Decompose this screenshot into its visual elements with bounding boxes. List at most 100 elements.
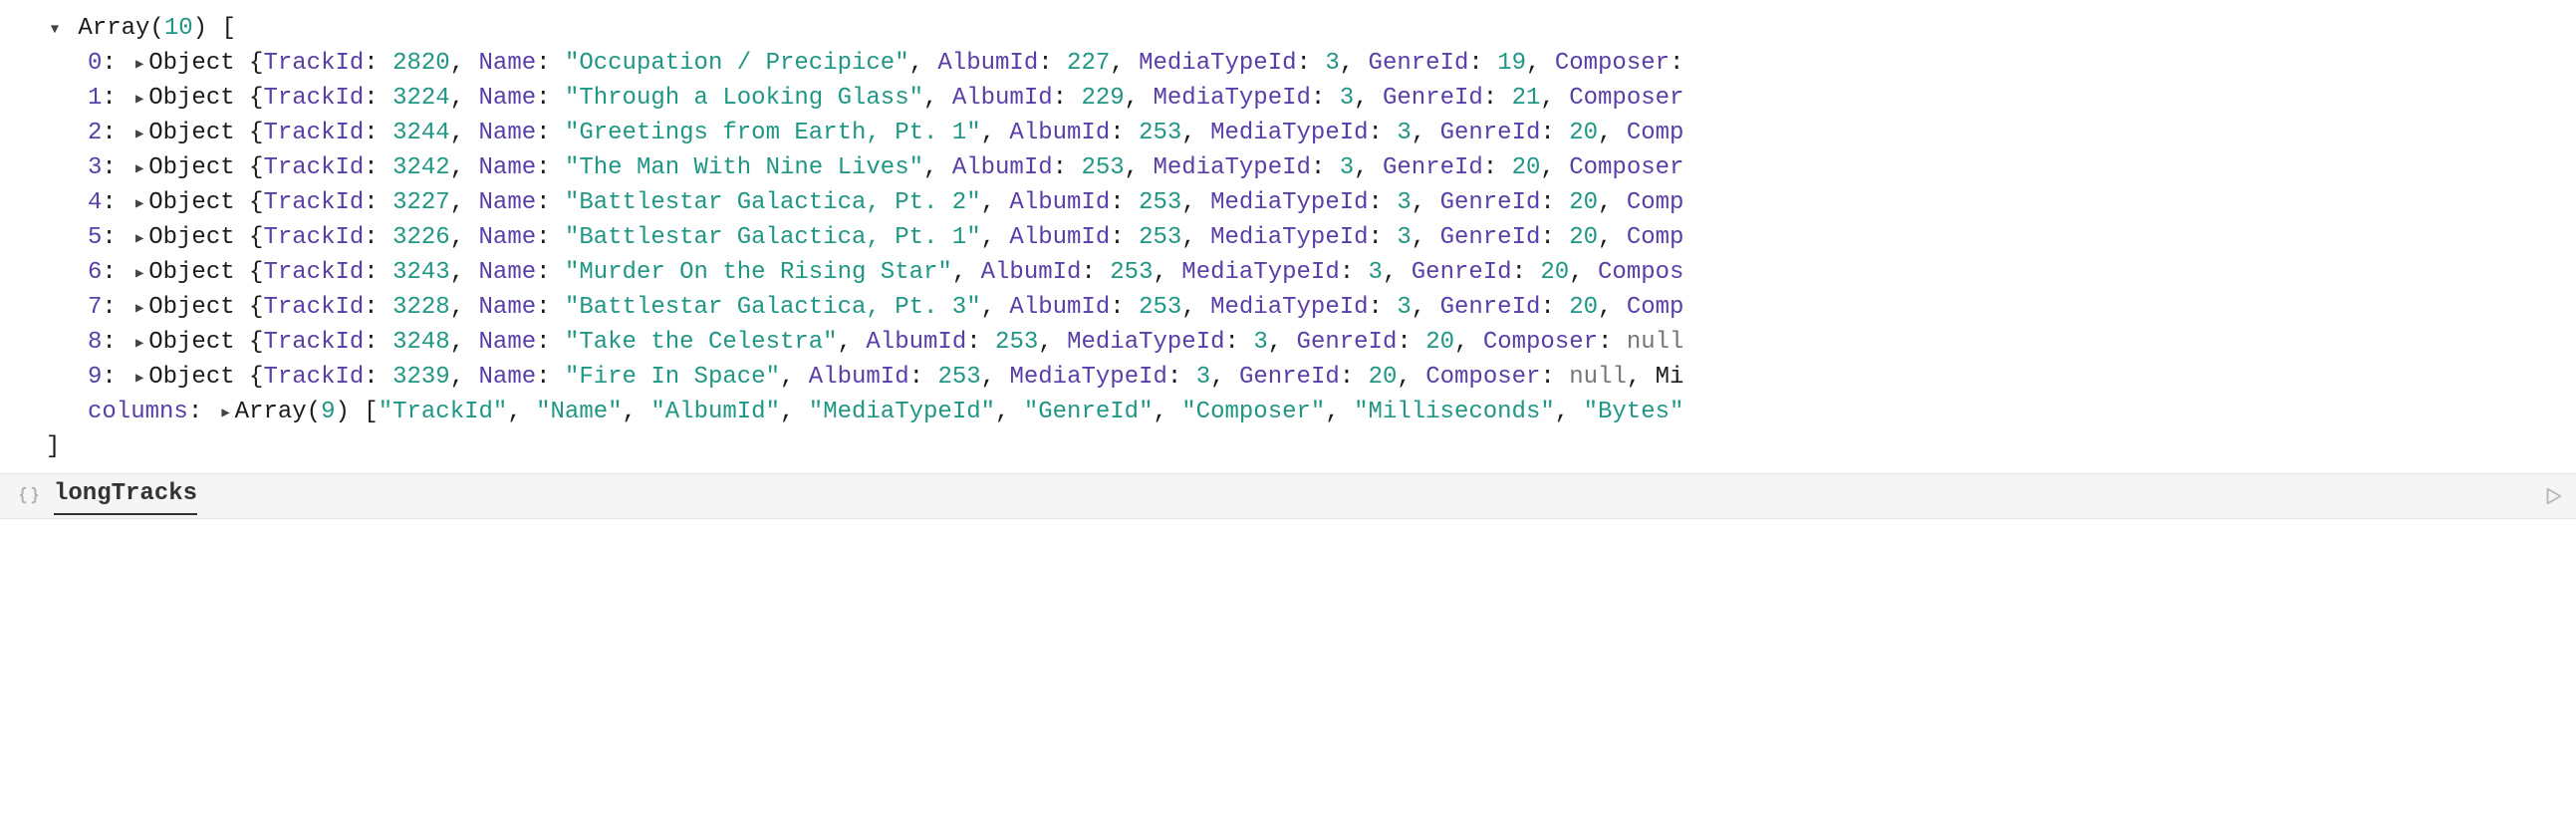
genreid-value: 20 <box>1569 120 1598 146</box>
trackid-value: 3242 <box>392 154 450 181</box>
trackid-value: 3239 <box>392 364 450 391</box>
object-row[interactable]: 2: Object {TrackId: 3244, Name: "Greetin… <box>46 117 2576 151</box>
row-index: 1 <box>88 85 102 112</box>
expand-toggle-icon[interactable] <box>130 334 148 354</box>
braces-icon <box>18 485 40 507</box>
trackid-value: 3224 <box>392 85 450 112</box>
row-index: 9 <box>88 364 102 391</box>
genreid-value: 20 <box>1569 224 1598 251</box>
expand-toggle-icon[interactable] <box>130 229 148 249</box>
mediatypeid-value: 3 <box>1397 189 1411 216</box>
expand-toggle-icon[interactable] <box>130 299 148 319</box>
albumid-value: 229 <box>1081 85 1124 112</box>
name-value: "Murder On the Rising Star" <box>565 259 952 286</box>
albumid-value: 253 <box>1110 259 1153 286</box>
albumid-value: 253 <box>1139 120 1181 146</box>
name-value: "Through a Looking Glass" <box>565 85 923 112</box>
object-type-label: Object <box>148 259 234 286</box>
albumid-value: 253 <box>1081 154 1124 181</box>
mediatypeid-value: 3 <box>1369 259 1383 286</box>
object-row[interactable]: 1: Object {TrackId: 3224, Name: "Through… <box>46 82 2576 117</box>
row-index: 7 <box>88 294 102 321</box>
name-value: "Occupation / Precipice" <box>565 50 909 77</box>
expand-toggle-icon[interactable] <box>130 369 148 389</box>
row-index: 0 <box>88 50 102 77</box>
object-type-label: Object <box>148 364 234 391</box>
row-index: 3 <box>88 154 102 181</box>
columns-key: columns <box>88 399 188 425</box>
name-value: "The Man With Nine Lives" <box>565 154 923 181</box>
expand-toggle-icon[interactable] <box>130 159 148 179</box>
trackid-value: 3226 <box>392 224 450 251</box>
albumid-value: 253 <box>1139 224 1181 251</box>
object-type-label: Object <box>148 50 234 77</box>
object-row[interactable]: 6: Object {TrackId: 3243, Name: "Murder … <box>46 256 2576 291</box>
trackid-value: 2820 <box>392 50 450 77</box>
columns-list: "TrackId", "Name", "AlbumId", "MediaType… <box>379 399 1684 425</box>
object-type-label: Object <box>148 120 234 146</box>
albumid-value: 253 <box>1139 189 1181 216</box>
object-row[interactable]: 0: Object {TrackId: 2820, Name: "Occupat… <box>46 47 2576 82</box>
mediatypeid-value: 3 <box>1253 329 1267 356</box>
object-row[interactable]: 5: Object {TrackId: 3226, Name: "Battles… <box>46 221 2576 256</box>
name-value: "Battlestar Galactica, Pt. 2" <box>565 189 981 216</box>
name-value: "Fire In Space" <box>565 364 780 391</box>
genreid-value: 20 <box>1512 154 1541 181</box>
object-row[interactable]: 8: Object {TrackId: 3248, Name: "Take th… <box>46 326 2576 361</box>
genreid-value: 20 <box>1369 364 1398 391</box>
name-value: "Battlestar Galactica, Pt. 1" <box>565 224 981 251</box>
row-index: 5 <box>88 224 102 251</box>
trackid-value: 3227 <box>392 189 450 216</box>
object-row[interactable]: 4: Object {TrackId: 3227, Name: "Battles… <box>46 186 2576 221</box>
mediatypeid-value: 3 <box>1397 224 1411 251</box>
albumid-value: 253 <box>937 364 980 391</box>
composer-null: null <box>1627 329 1684 356</box>
genreid-value: 21 <box>1512 85 1541 112</box>
mediatypeid-value: 3 <box>1397 120 1411 146</box>
trackid-value: 3244 <box>392 120 450 146</box>
genreid-value: 19 <box>1497 50 1526 77</box>
row-index: 8 <box>88 329 102 356</box>
trackid-value: 3228 <box>392 294 450 321</box>
mediatypeid-value: 3 <box>1196 364 1210 391</box>
object-type-label: Object <box>148 224 234 251</box>
play-icon[interactable] <box>2542 485 2564 507</box>
albumid-value: 253 <box>995 329 1038 356</box>
expand-toggle-icon[interactable] <box>130 55 148 75</box>
object-type-label: Object <box>148 154 234 181</box>
expand-toggle-icon[interactable] <box>130 264 148 284</box>
row-index: 4 <box>88 189 102 216</box>
array-header[interactable]: Array(10) [ <box>46 12 2576 47</box>
object-row[interactable]: 7: Object {TrackId: 3228, Name: "Battles… <box>46 291 2576 326</box>
object-type-label: Object <box>148 329 234 356</box>
expand-toggle-icon[interactable] <box>130 90 148 110</box>
trackid-value: 3248 <box>392 329 450 356</box>
mediatypeid-value: 3 <box>1325 50 1339 77</box>
array-type-label: Array <box>78 15 149 42</box>
albumid-value: 253 <box>1139 294 1181 321</box>
code-cell[interactable]: longTracks <box>0 473 2576 519</box>
albumid-value: 227 <box>1067 50 1110 77</box>
expand-toggle-icon[interactable] <box>46 20 64 40</box>
composer-null: null <box>1569 364 1627 391</box>
row-index: 6 <box>88 259 102 286</box>
expand-toggle-icon[interactable] <box>130 125 148 144</box>
name-value: "Greetings from Earth, Pt. 1" <box>565 120 981 146</box>
code-input[interactable]: longTracks <box>54 477 197 515</box>
columns-row[interactable]: columns: Array(9) ["TrackId", "Name", "A… <box>46 396 2576 430</box>
expand-toggle-icon[interactable] <box>130 194 148 214</box>
genreid-value: 20 <box>1540 259 1569 286</box>
name-value: "Take the Celestra" <box>565 329 838 356</box>
object-type-label: Object <box>148 294 234 321</box>
expand-toggle-icon[interactable] <box>217 404 235 423</box>
trackid-value: 3243 <box>392 259 450 286</box>
object-row[interactable]: 9: Object {TrackId: 3239, Name: "Fire In… <box>46 361 2576 396</box>
object-type-label: Object <box>148 189 234 216</box>
array-close: ] <box>46 430 2576 465</box>
object-row[interactable]: 3: Object {TrackId: 3242, Name: "The Man… <box>46 151 2576 186</box>
mediatypeid-value: 3 <box>1340 85 1354 112</box>
mediatypeid-value: 3 <box>1340 154 1354 181</box>
genreid-value: 20 <box>1425 329 1454 356</box>
name-value: "Battlestar Galactica, Pt. 3" <box>565 294 981 321</box>
mediatypeid-value: 3 <box>1397 294 1411 321</box>
